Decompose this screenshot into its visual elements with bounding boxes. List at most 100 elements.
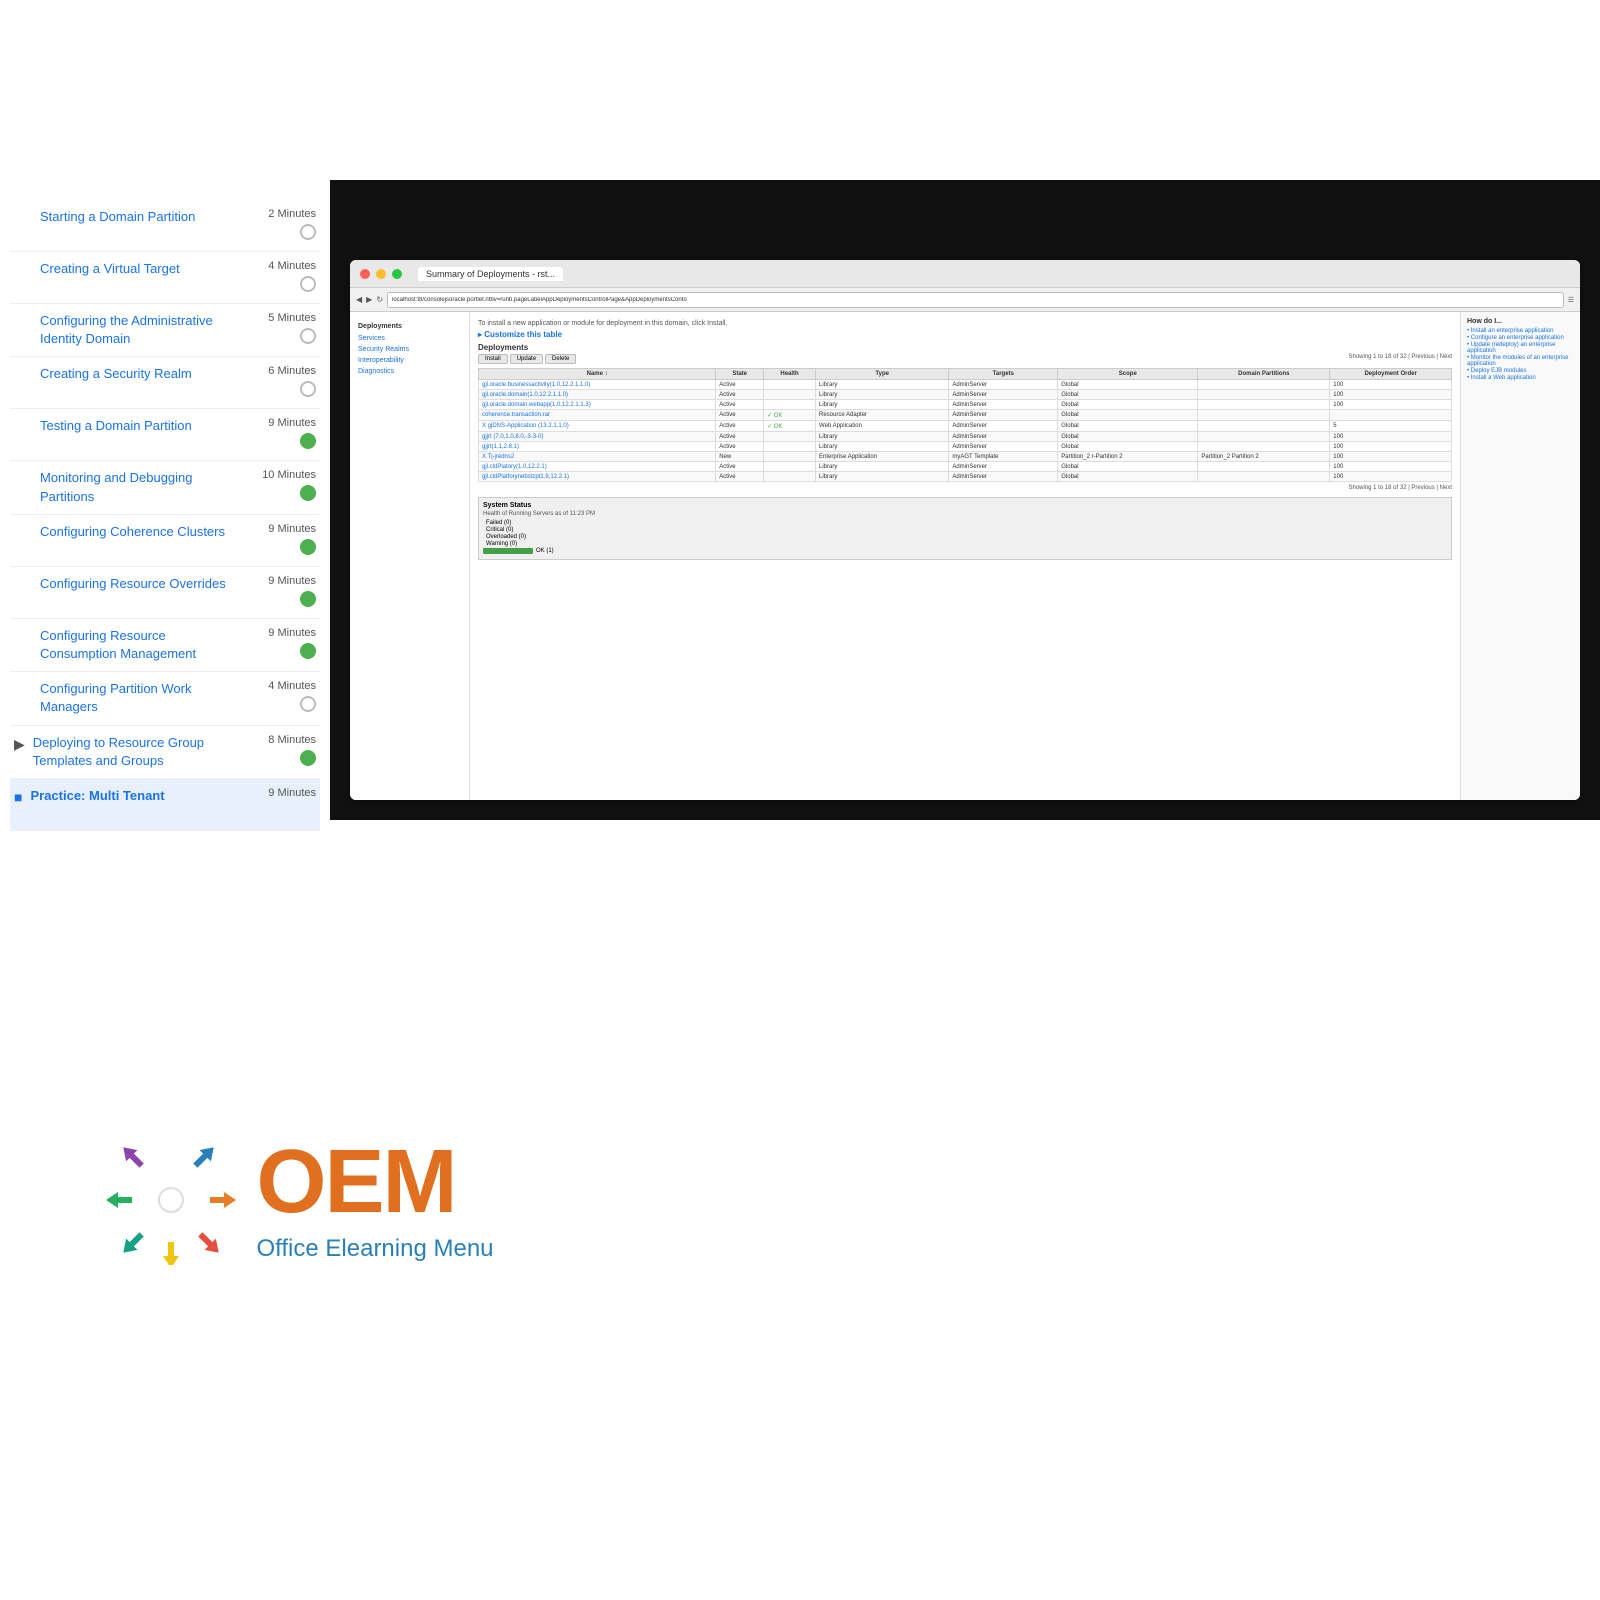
sidebar-item-configuring-resource-consumption[interactable]: Configuring Resource Consumption Managem… <box>10 619 320 672</box>
sidebar-item-configuring-resource-overrides[interactable]: Configuring Resource Overrides 9 Minutes <box>10 567 320 619</box>
sidebar-item-configuring-coherence-clusters[interactable]: Configuring Coherence Clusters 9 Minutes <box>10 515 320 567</box>
browser-maximize-btn[interactable] <box>392 269 402 279</box>
col-type[interactable]: Type <box>816 369 949 380</box>
oem-arrows-svg <box>106 1135 236 1265</box>
forward-btn[interactable]: ▶ <box>366 295 372 304</box>
update-button[interactable]: Update <box>510 354 543 364</box>
oem-letters: OEM <box>256 1137 493 1227</box>
play-icon: ▶ <box>14 736 25 753</box>
install-button[interactable]: Install <box>478 354 508 364</box>
sidebar-item-creating-virtual-target[interactable]: Creating a Virtual Target 4 Minutes <box>10 252 320 304</box>
system-status-subtitle: Health of Running Servers as of 11:23 PM <box>483 511 1447 517</box>
sidebar-item-diagnostics[interactable]: Diagnostics <box>350 366 469 377</box>
col-domain-partitions[interactable]: Domain Partitions <box>1198 369 1330 380</box>
table-row[interactable]: gjl.cldPlatforynebstzpt1.9,12.2.1)Active… <box>479 472 1452 482</box>
course-title[interactable]: Configuring Resource Overrides <box>40 575 226 593</box>
back-btn[interactable]: ◀ <box>356 295 362 304</box>
sidebar-item-security-realms[interactable]: Security Realms <box>350 344 469 355</box>
sidebar-item-configuring-admin-identity[interactable]: Configuring the Administrative Identity … <box>10 304 320 357</box>
browser-close-btn[interactable] <box>360 269 370 279</box>
minutes-label: 9 Minutes <box>268 575 316 587</box>
sidebar-item-deploying-resource-group[interactable]: ▶ Deploying to Resource Group Templates … <box>10 726 320 779</box>
browser-tab[interactable]: Summary of Deployments - rst... <box>418 267 563 281</box>
pagination-top[interactable]: Showing 1 to 18 of 32 | Previous | Next <box>1348 354 1452 364</box>
label-failed: Failed (0) <box>486 520 511 526</box>
address-text: localhost:t8/consolejsoracle.portlet.ntb… <box>392 297 687 303</box>
browser-chrome: Summary of Deployments - rst... <box>350 260 1580 288</box>
label-critical: Critical (0) <box>486 527 513 533</box>
course-title[interactable]: Configuring the Administrative Identity … <box>40 312 236 348</box>
col-order[interactable]: Deployment Order <box>1330 369 1452 380</box>
pagination-bottom[interactable]: Showing 1 to 18 of 32 | Previous | Next <box>478 485 1452 491</box>
status-indicator <box>300 750 316 766</box>
sidebar-item-testing-domain-partition[interactable]: Testing a Domain Partition 9 Minutes <box>10 409 320 461</box>
how-do-item-5[interactable]: • Deploy EJB modules <box>1467 368 1574 374</box>
course-title[interactable]: Testing a Domain Partition <box>40 417 192 435</box>
delete-button[interactable]: Delete <box>545 354 576 364</box>
menu-icon[interactable]: ☰ <box>1568 296 1574 304</box>
minutes-label: 9 Minutes <box>268 627 316 639</box>
course-title[interactable]: Deploying to Resource Group Templates an… <box>33 734 236 770</box>
course-title[interactable]: Configuring Resource Consumption Managem… <box>40 627 236 663</box>
course-title[interactable]: Creating a Virtual Target <box>40 260 180 278</box>
status-indicator <box>300 224 316 240</box>
oem-text-block: OEM Office Elearning Menu <box>256 1137 493 1263</box>
minutes-label: 2 Minutes <box>268 208 316 220</box>
wls-description: To install a new application or module f… <box>478 320 1452 327</box>
status-indicator <box>300 539 316 555</box>
course-title[interactable]: Configuring Coherence Clusters <box>40 523 225 541</box>
status-critical: Critical (0) <box>483 527 1447 533</box>
how-do-item-6[interactable]: • Install a Web application <box>1467 375 1574 381</box>
course-title[interactable]: Practice: Multi Tenant <box>30 787 164 805</box>
status-indicator <box>300 276 316 292</box>
col-health[interactable]: Health <box>764 369 816 380</box>
course-title[interactable]: Monitoring and Debugging Partitions <box>40 469 236 505</box>
browser-minimize-btn[interactable] <box>376 269 386 279</box>
wls-main-content: To install a new application or module f… <box>470 312 1460 800</box>
status-overloaded: Overloaded (0) <box>483 534 1447 540</box>
course-title[interactable]: Creating a Security Realm <box>40 365 192 383</box>
item-icon <box>14 577 32 595</box>
course-title[interactable]: Starting a Domain Partition <box>40 208 195 226</box>
how-do-item-4[interactable]: • Monitor the modules of an enterprise a… <box>1467 355 1574 367</box>
minutes-label: 8 Minutes <box>268 734 316 746</box>
col-targets[interactable]: Targets <box>949 369 1058 380</box>
sidebar-item-services[interactable]: Services <box>350 333 469 344</box>
course-title[interactable]: Configuring Partition Work Managers <box>40 680 236 716</box>
system-status-title: System Status <box>483 502 1447 509</box>
sidebar-item-configuring-partition-work[interactable]: Configuring Partition Work Managers 4 Mi… <box>10 672 320 725</box>
table-row[interactable]: gjjrt (7.0,1.0,8.0,-3-3-0)ActiveLibraryA… <box>479 432 1452 442</box>
table-row[interactable]: gjl.oracle.businessactivity(1.0,12.2.1.1… <box>479 380 1452 390</box>
customize-link[interactable]: ▸ Customize this table <box>478 330 1452 339</box>
item-icon <box>14 314 32 332</box>
how-do-item-2[interactable]: • Configure an enterprise application <box>1467 335 1574 341</box>
address-bar[interactable]: localhost:t8/consolejsoracle.portlet.ntb… <box>387 292 1564 308</box>
table-row[interactable]: X Tj-jredns2NewEnterprise ApplicationmyA… <box>479 452 1452 462</box>
sidebar-item-creating-security-realm[interactable]: Creating a Security Realm 6 Minutes <box>10 357 320 409</box>
col-state[interactable]: State <box>716 369 764 380</box>
table-row[interactable]: X gjDNS-Application (13.2.1.1.0)Active✓ … <box>479 421 1452 432</box>
how-do-item-3[interactable]: • Update (redeploy) an enterprise applic… <box>1467 342 1574 354</box>
sidebar-item-starting-domain-partition[interactable]: Starting a Domain Partition 2 Minutes <box>10 200 320 252</box>
status-warning: Warning (0) <box>483 541 1447 547</box>
reload-btn[interactable]: ↻ <box>376 295 383 304</box>
how-do-item-1[interactable]: • Install an enterprise application <box>1467 328 1574 334</box>
table-row[interactable]: gjl.oracle.domain.webapp(1.0,12.2.1.1.3)… <box>479 400 1452 410</box>
action-buttons-row: Install Update Delete Showing 1 to 18 of… <box>478 354 1452 364</box>
table-row[interactable]: gjl.cldPlatory(1.0,12.2.1)ActiveLibraryA… <box>479 462 1452 472</box>
minutes-label: 9 Minutes <box>268 417 316 429</box>
item-icon <box>14 367 32 385</box>
oem-logo-section: OEM Office Elearning Menu <box>0 820 600 1600</box>
sidebar-item-monitoring-debugging[interactable]: Monitoring and Debugging Partitions 10 M… <box>10 461 320 514</box>
table-row[interactable]: coherence.transaction.rarActive✓ OKResou… <box>479 410 1452 421</box>
item-icon <box>14 471 32 489</box>
col-name[interactable]: Name ↕ <box>479 369 716 380</box>
col-scope[interactable]: Scope <box>1058 369 1198 380</box>
table-row[interactable]: gjl.oracle.domain(1.0,12.2.1.1.0)ActiveL… <box>479 390 1452 400</box>
oem-logo-container: OEM Office Elearning Menu <box>106 1135 493 1265</box>
status-indicator <box>300 485 316 501</box>
table-row[interactable]: gjjrt(1.1,2.8.1)ActiveLibraryAdminServer… <box>479 442 1452 452</box>
sidebar-item-interoperability[interactable]: Interoperability <box>350 355 469 366</box>
status-indicator <box>300 591 316 607</box>
item-icon <box>14 210 32 228</box>
